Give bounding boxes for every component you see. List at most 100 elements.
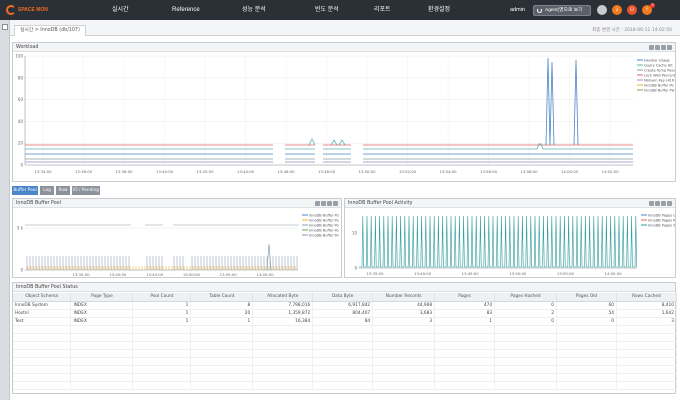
column-header[interactable]: Allocated Byte — [252, 293, 314, 302]
column-header[interactable]: Pages Hashed — [494, 293, 557, 302]
table-row[interactable]: InnoDB System INDEX 1 8 7,798,016 6,917,842 44… — [13, 301, 678, 310]
circle-icon[interactable] — [597, 5, 607, 15]
legend-label: InnoDB Buffer Po — [309, 223, 339, 227]
column-header[interactable]: Pool Count — [132, 293, 192, 302]
nav-item-performance[interactable]: 성능 분석 — [242, 0, 266, 20]
table-cell — [190, 381, 254, 390]
subtab-io-pending[interactable]: IO / Pending — [72, 186, 100, 195]
table-cell — [132, 325, 192, 334]
table-row[interactable] — [13, 365, 678, 374]
table-row[interactable] — [13, 381, 678, 390]
column-header[interactable]: Data Byte — [312, 293, 374, 302]
table-row[interactable]: Test INDEX 1 1 16,384 84 3 1 0 0 3 — [13, 317, 678, 326]
alert-icon[interactable]: ! 0 — [642, 3, 655, 15]
x-tick-label: 14:00:00 — [561, 169, 579, 174]
table-cell: INDEX — [70, 317, 134, 326]
table-cell: 1 — [434, 317, 496, 326]
nav-item-report[interactable]: 리포트 — [374, 0, 391, 20]
y-tick-label: 100 — [15, 54, 23, 59]
table-cell: 44,968 — [372, 301, 436, 310]
table-header-row: Object Schema Page Type Pool Count Table Co… — [13, 293, 678, 302]
table-cell: 0 — [494, 301, 557, 310]
settings-icon[interactable] — [327, 201, 332, 206]
table-cell — [70, 365, 134, 374]
nav-item-frequency[interactable]: 빈도 분석 — [315, 0, 339, 20]
column-header[interactable]: Table Count — [190, 293, 254, 302]
column-header[interactable]: Rows Cached — [616, 293, 678, 302]
download-icon[interactable]: ↓ — [612, 5, 622, 15]
power-icon[interactable]: ⏻ — [627, 5, 637, 15]
subtab-buffer-pool[interactable]: Buffer Pool — [12, 186, 38, 195]
username[interactable]: admin — [510, 0, 525, 20]
y-tick-label: 0 — [20, 163, 23, 168]
table-cell — [616, 333, 678, 342]
x-tick-label: 14:00:00 — [256, 272, 274, 277]
tab-row: 실시간 > InnoDB (db/107) 최종 변경 시간 : 2018-06… — [10, 20, 680, 36]
y-tick-label: 60 — [18, 97, 24, 102]
app-logo[interactable]: SPACE MON — [6, 4, 54, 16]
status-table-title: InnoDB Buffer Pool Status — [13, 283, 675, 292]
nav-item-settings[interactable]: 환경설정 — [428, 0, 450, 20]
export-icon[interactable] — [655, 201, 660, 206]
subtab-row[interactable]: Row — [56, 186, 70, 195]
table-row[interactable] — [13, 325, 678, 334]
table-cell — [252, 333, 314, 342]
x-tick-label: 13:42:00 — [196, 169, 214, 174]
column-header[interactable]: Pages — [434, 293, 496, 302]
column-header[interactable]: Pages Old — [556, 293, 617, 302]
column-header[interactable]: Page Type — [70, 293, 134, 302]
breadcrumb-tab[interactable]: 실시간 > InnoDB (db/107) — [14, 25, 86, 36]
table-cell — [70, 333, 134, 342]
table-cell — [556, 357, 617, 366]
table-cell — [132, 349, 192, 358]
legend-label: MyIsam Key Hit R — [644, 78, 675, 82]
table-cell — [13, 381, 72, 390]
table-row[interactable] — [13, 333, 678, 342]
table-row[interactable]: Hostnl INDEX 1 20 1,359,872 804,407 3,683 83 2 54… — [13, 309, 678, 318]
table-row[interactable] — [13, 357, 678, 366]
table-cell — [556, 341, 617, 350]
table-cell — [556, 325, 617, 334]
nav-item-realtime[interactable]: 실시간 — [112, 0, 129, 20]
zoom-icon[interactable] — [315, 201, 320, 206]
legend-label: InnoDB Pages Rea — [648, 218, 675, 222]
subtab-log[interactable]: Log — [40, 186, 54, 195]
table-cell — [494, 373, 557, 382]
zoom-icon[interactable] — [649, 201, 654, 206]
last-update-time: 최종 변경 시간 : 2018-06-11 14:02:50 — [592, 28, 672, 33]
settings-icon[interactable] — [661, 45, 666, 50]
buffer-pool-panel: InnoDB Buffer Pool 5 k 0 13:35:00 13:40:00 1… — [12, 198, 342, 278]
table-cell: Hostnl — [13, 309, 72, 318]
table-cell — [70, 373, 134, 382]
nav-item-reference[interactable]: Reference — [172, 0, 200, 20]
zoom-icon[interactable] — [649, 45, 654, 50]
table-cell — [132, 381, 192, 390]
legend-label: InnoDB Buffer Po — [309, 233, 339, 237]
table-row[interactable] — [13, 373, 678, 382]
export-icon[interactable] — [655, 45, 660, 50]
column-header[interactable]: Number Records — [372, 293, 436, 302]
settings-icon[interactable] — [661, 201, 666, 206]
table-cell — [616, 325, 678, 334]
table-cell: 0 — [556, 317, 617, 326]
table-cell — [616, 341, 678, 350]
table-cell — [13, 357, 72, 366]
close-icon[interactable] — [667, 201, 672, 206]
y-tick-label: 10 — [352, 231, 358, 236]
table-cell — [252, 357, 314, 366]
close-icon[interactable] — [333, 201, 338, 206]
column-header[interactable]: Object Schema — [13, 293, 72, 302]
table-cell: 54 — [556, 309, 617, 318]
table-cell: 1,359,872 — [252, 309, 314, 318]
export-icon[interactable] — [321, 201, 326, 206]
sidebar-toggle-icon[interactable] — [2, 24, 8, 30]
table-cell: 8,410 — [616, 301, 678, 310]
close-icon[interactable] — [667, 45, 672, 50]
panel-tools — [314, 201, 338, 206]
panel-tools — [648, 201, 672, 206]
agent-view-button[interactable]: Agent(영으로 보기 — [533, 5, 591, 16]
table-row[interactable] — [13, 349, 678, 358]
table-row[interactable] — [13, 341, 678, 350]
table-cell — [434, 381, 496, 390]
legend-label: Create Temp Pass — [644, 68, 675, 72]
